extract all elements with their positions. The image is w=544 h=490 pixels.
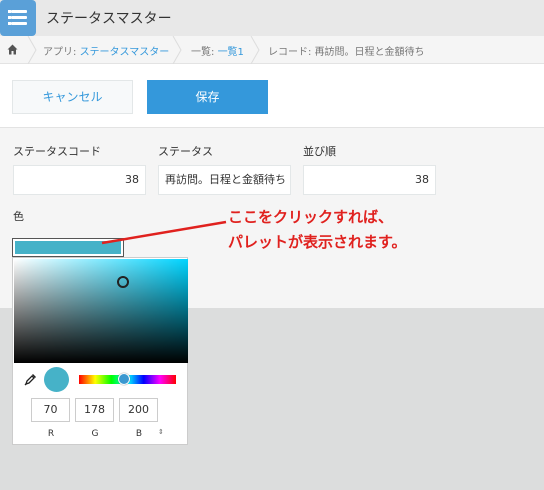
cancel-button[interactable]: キャンセル: [12, 80, 133, 114]
color-mode-toggle[interactable]: ⇕: [158, 428, 164, 436]
red-input[interactable]: 70: [31, 398, 70, 422]
eyedropper-icon[interactable]: [24, 372, 38, 386]
list-icon-bar: [11, 22, 27, 25]
breadcrumb-prefix: レコード:: [268, 47, 315, 58]
home-icon[interactable]: [7, 44, 18, 55]
green-label: G: [91, 429, 99, 439]
color-label: 色: [13, 210, 24, 223]
sort-order-label: 並び順: [303, 145, 336, 158]
saturation-cursor[interactable]: [117, 276, 129, 288]
list-icon[interactable]: [0, 0, 36, 36]
color-preview: [44, 367, 69, 392]
red-label: R: [47, 429, 55, 439]
blue-input[interactable]: 200: [119, 398, 158, 422]
annotation-arrow: [101, 220, 227, 245]
green-input[interactable]: 178: [75, 398, 114, 422]
saturation-area[interactable]: [14, 259, 188, 363]
save-button[interactable]: 保存: [147, 80, 268, 114]
breadcrumb-separator: [27, 36, 37, 64]
list-icon-bar: [11, 10, 27, 13]
sort-order-input[interactable]: 38: [303, 165, 436, 195]
color-picker-popup: 70 178 200 R G B ⇕: [12, 257, 188, 445]
breadcrumb-prefix: アプリ:: [43, 47, 80, 58]
blue-label: B: [135, 429, 143, 439]
breadcrumb-link-view[interactable]: 一覧1: [218, 47, 244, 58]
status-code-label: ステータスコード: [13, 145, 101, 158]
breadcrumb-prefix: 一覧:: [191, 47, 218, 58]
breadcrumb-separator: [250, 36, 260, 64]
annotation-line-1: ここをクリックすれば、: [228, 208, 394, 226]
hue-slider-thumb[interactable]: [118, 373, 130, 385]
breadcrumb-link-app[interactable]: ステータスマスター: [80, 47, 170, 58]
status-input[interactable]: 再訪問。日程と金額待ち: [158, 165, 291, 195]
status-code-input[interactable]: 38: [13, 165, 146, 195]
breadcrumb-record-text: 再訪問。日程と金額待ち: [314, 47, 425, 58]
list-icon-bar: [11, 16, 27, 19]
breadcrumb-separator: [172, 36, 182, 64]
status-label: ステータス: [158, 145, 213, 158]
annotation-line-2: パレットが表示されます。: [228, 233, 407, 251]
app-header: ステータスマスター: [0, 0, 544, 36]
breadcrumb-item-app: アプリ: ステータスマスター: [43, 43, 169, 58]
breadcrumb-item-view: 一覧: 一覧1: [191, 43, 244, 58]
breadcrumb: アプリ: ステータスマスター 一覧: 一覧1 レコード: 再訪問。日程と金額待ち: [0, 36, 544, 64]
app-title: ステータスマスター: [46, 11, 172, 27]
record-toolbar: キャンセル 保存: [0, 64, 544, 128]
breadcrumb-item-record: レコード: 再訪問。日程と金額待ち: [268, 43, 425, 58]
